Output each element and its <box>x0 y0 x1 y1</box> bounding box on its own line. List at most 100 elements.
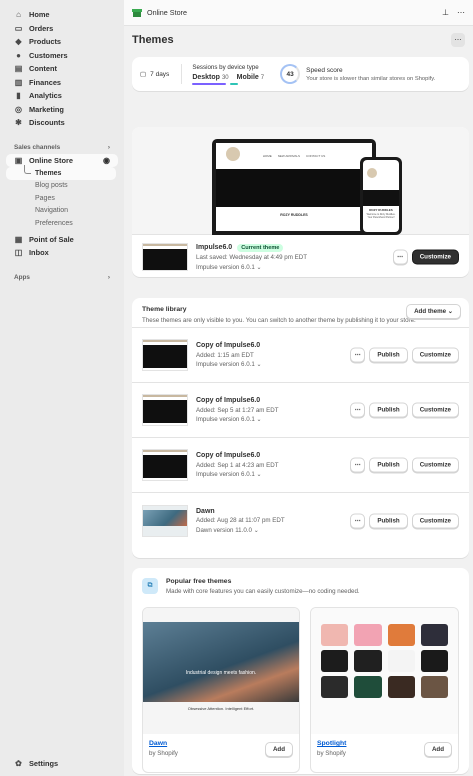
theme-name: Impulse6.0 <box>196 244 233 251</box>
sidebar-item-online-store[interactable]: ▣ Online Store ◉ <box>6 153 118 167</box>
thumb-bar <box>143 450 187 452</box>
desktop-bar <box>192 82 227 85</box>
sessions-by-device[interactable]: Sessions by device type Desktop 30 Mobile… <box>182 64 264 85</box>
sidebar-item-settings[interactable]: ✿ Settings <box>6 757 66 771</box>
theme-name: Dawn <box>196 507 215 515</box>
sidebar-item-content[interactable]: ▤ Content <box>6 62 118 76</box>
thumb-block <box>143 249 187 270</box>
version-label: Dawn version 11.0.0 <box>196 526 252 534</box>
theme-version[interactable]: Impulse version 6.0.1 ⌄ <box>196 471 279 478</box>
preview-caption: ROZY RUDDLES <box>280 213 308 217</box>
sidebar-item-label: Settings <box>29 758 59 768</box>
theme-card-dawn[interactable]: Industrial design meets fashion. Obsessi… <box>142 607 300 773</box>
sidebar-item-marketing[interactable]: ◎ Marketing <box>6 103 118 117</box>
sidebar-item-home[interactable]: ⌂ Home <box>6 8 118 22</box>
customize-button[interactable]: Customize <box>411 513 459 528</box>
eye-icon[interactable]: ◉ <box>103 156 110 165</box>
theme-actions-button[interactable]: ⋯ <box>350 457 366 473</box>
bank-icon: ▥ <box>14 77 23 87</box>
theme-preview[interactable]: HOME NEW ARRIVALS CONTACT US ROZY RUDDLES … <box>132 127 469 235</box>
product-swatch <box>321 650 349 672</box>
tag-icon: ◆ <box>15 37 22 47</box>
sidebar-subitem-navigation[interactable]: Navigation <box>6 205 118 218</box>
product-swatch <box>420 676 448 698</box>
sidebar-item-discounts[interactable]: ✱ Discounts <box>6 116 118 130</box>
thumb-image <box>143 509 187 526</box>
apps-header[interactable]: Apps › <box>6 272 118 284</box>
publish-button[interactable]: Publish <box>369 347 408 363</box>
theme-actions-button[interactable]: ⋯ <box>350 402 366 418</box>
sidebar-item-label: Point of Sale <box>29 234 74 244</box>
theme-thumbnail <box>142 243 188 271</box>
theme-card-spotlight[interactable]: Spotlight by Shopify Add <box>310 607 459 773</box>
mobile-value: 7 <box>260 74 265 81</box>
customize-button[interactable]: Customize <box>411 347 459 363</box>
online-store-subnav: Themes Blog posts Pages Navigation Preferenc… <box>6 165 118 230</box>
theme-name: Copy of Impulse6.0 <box>196 397 261 404</box>
sidebar-item-finances[interactable]: ▥ Finances <box>6 76 118 90</box>
more-icon: ⋯ <box>354 351 361 359</box>
publish-button[interactable]: Publish <box>369 457 408 473</box>
theme-version[interactable]: Impulse version 6.0.1 ⌄ <box>196 361 262 368</box>
desktop-screen: HOME NEW ARRIVALS CONTACT US ROZY RUDDLES <box>216 143 372 231</box>
publish-button[interactable]: Publish <box>369 402 408 418</box>
sidebar-subitem-themes[interactable]: Themes <box>6 165 116 180</box>
page-more-button[interactable]: ⋯ <box>451 33 465 47</box>
mobile-hero <box>363 190 399 206</box>
speed-gauge: 43 <box>280 64 301 84</box>
more-icon: ⋯ <box>454 37 462 44</box>
version-label: Impulse version 6.0.1 <box>196 416 255 423</box>
sessions-label: Sessions by device type <box>192 63 259 71</box>
sidebar-item-products[interactable]: ◆ Products <box>6 35 118 49</box>
theme-actions-button[interactable]: ⋯ <box>350 347 366 363</box>
add-theme-spotlight-button[interactable]: Add <box>423 742 452 757</box>
customize-button[interactable]: Customize <box>411 402 459 418</box>
theme-actions-button[interactable]: ⋯ <box>350 513 366 528</box>
theme-version[interactable]: Impulse version 6.0.1 ⌄ <box>196 264 307 271</box>
date-range-label: 7 days <box>150 70 170 78</box>
app-topbar: Online Store ⊥ ⋯ <box>124 0 473 26</box>
theme-version[interactable]: Dawn version 11.0.0 ⌄ <box>196 527 285 534</box>
sidebar-subitem-preferences[interactable]: Preferences <box>6 217 118 230</box>
pin-icon[interactable]: ⊥ <box>442 8 449 17</box>
home-icon: ⌂ <box>16 10 21 20</box>
product-swatch <box>354 676 382 698</box>
popular-themes-card: ⧉ Popular free themes Made with core fea… <box>132 568 469 774</box>
add-theme-dawn-button[interactable]: Add <box>264 742 293 757</box>
sidebar-item-inbox[interactable]: ◫ Inbox <box>6 246 118 260</box>
pos-icon: ▦ <box>14 234 23 244</box>
sidebar-item-customers[interactable]: ● Customers <box>6 49 118 63</box>
customize-button[interactable]: Customize <box>411 249 459 265</box>
date-range-button[interactable]: ▢ 7 days <box>140 64 183 84</box>
mobile-sessions: Mobile 7 <box>237 74 265 81</box>
speed-score[interactable]: 43 Speed score Your store is slower than… <box>280 64 435 84</box>
add-theme-button[interactable]: Add theme ⌄ <box>406 304 461 319</box>
orders-icon: ▭ <box>14 23 23 33</box>
main-content: Online Store ⊥ ⋯ Themes ⋯ ▢ 7 days Sessi… <box>124 0 473 776</box>
sidebar-subitem-pages[interactable]: Pages <box>6 192 118 205</box>
inbox-icon: ◫ <box>14 248 23 258</box>
sidebar-item-analytics[interactable]: ▮ Analytics <box>6 89 118 103</box>
customize-button[interactable]: Customize <box>411 457 459 473</box>
sidebar-item-label: Online Store <box>29 155 73 165</box>
preview-nav-link: CONTACT US <box>306 154 326 158</box>
theme-name: Copy of Impulse6.0 <box>196 452 261 459</box>
publish-button[interactable]: Publish <box>369 513 408 528</box>
sidebar-subitem-blog-posts[interactable]: Blog posts <box>6 180 118 193</box>
theme-version[interactable]: Impulse version 6.0.1 ⌄ <box>196 416 279 423</box>
more-icon[interactable]: ⋯ <box>457 8 465 17</box>
theme-thumbnail <box>142 449 188 481</box>
sidebar-item-orders[interactable]: ▭ Orders <box>6 22 118 36</box>
discount-icon: ✱ <box>15 118 22 128</box>
sidebar-item-point-of-sale[interactable]: ▦ Point of Sale <box>6 233 118 247</box>
theme-actions-button[interactable]: ⋯ <box>392 249 408 265</box>
main-nav: ⌂ Home ▭ Orders ◆ Products ● Customers ▤ Content ▥… <box>6 8 118 130</box>
library-theme-row: Copy of Impulse6.0 Added: Sep 5 at 1:27 … <box>132 383 469 438</box>
theme-thumbnail <box>142 339 188 371</box>
library-list: Copy of Impulse6.0 Added: 1:15 am EDT Im… <box>132 328 469 548</box>
sales-channels-header[interactable]: Sales channels › <box>6 142 118 154</box>
more-icon: ⋯ <box>354 461 361 469</box>
product-swatch <box>354 650 382 672</box>
spotlight-product-grid <box>321 624 448 698</box>
chevron-down-icon: ⌄ <box>253 526 259 534</box>
